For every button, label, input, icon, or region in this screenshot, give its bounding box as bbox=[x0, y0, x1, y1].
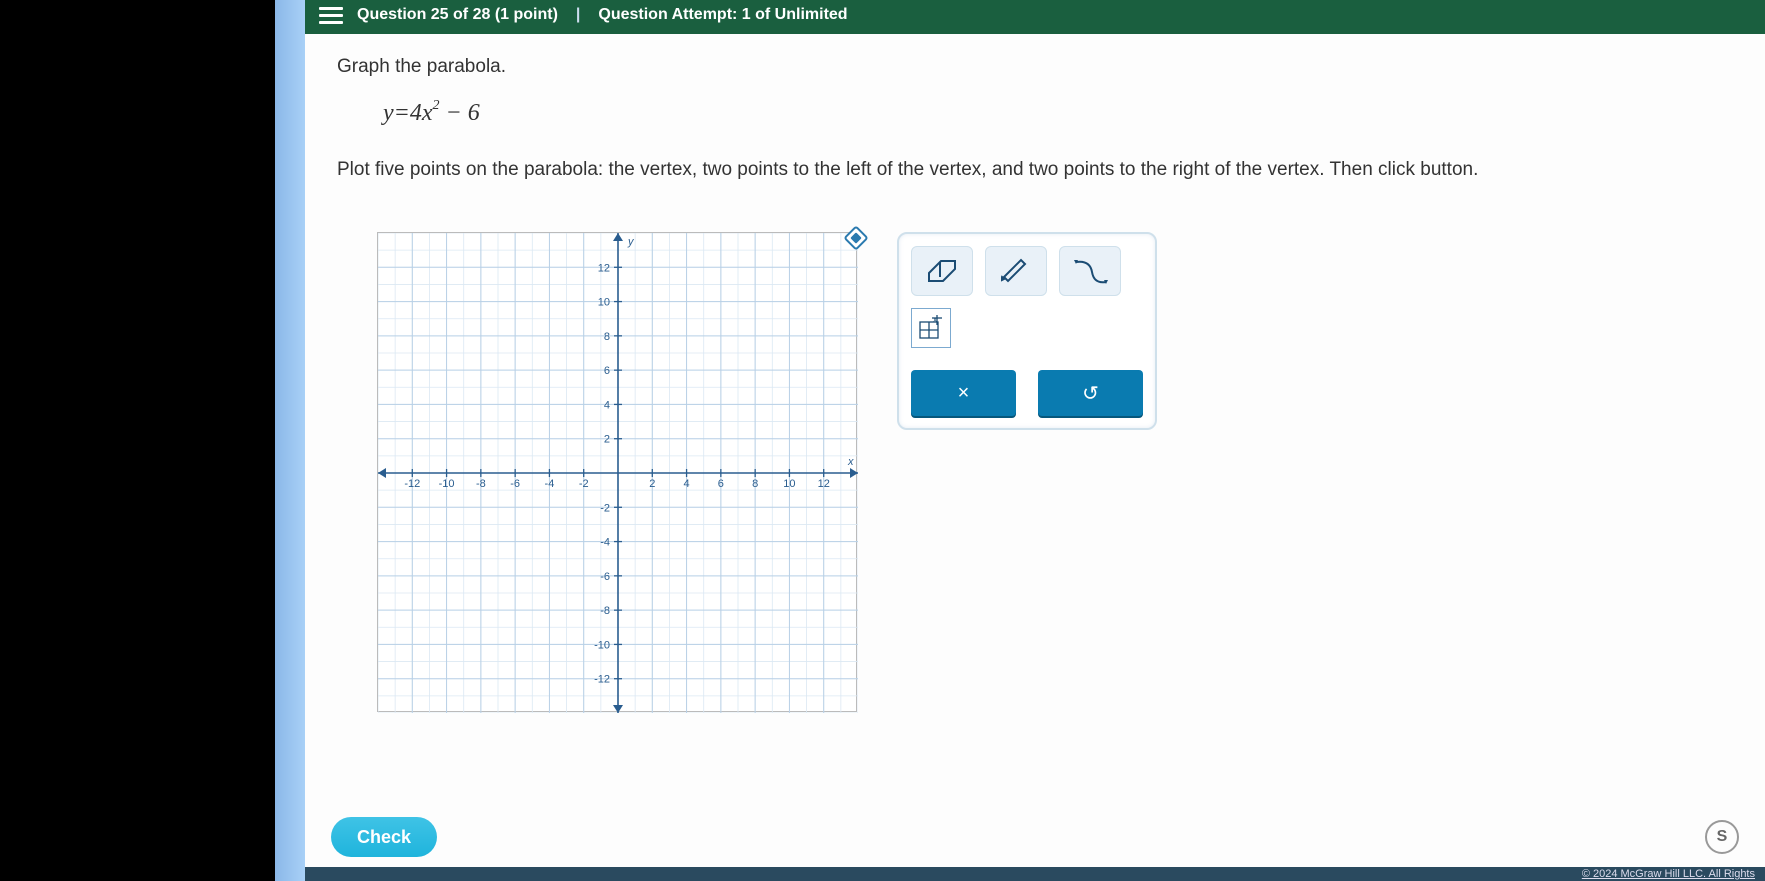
app-main: Question 25 of 28 (1 point) | Question A… bbox=[305, 0, 1765, 881]
tool-action-row: × ↺ bbox=[911, 370, 1143, 416]
svg-text:-12: -12 bbox=[404, 478, 420, 490]
eraser-icon bbox=[925, 259, 959, 283]
tools-panel: x × ↺ bbox=[897, 232, 1157, 430]
svg-text:-8: -8 bbox=[600, 606, 610, 618]
tool-row-secondary: x bbox=[911, 308, 1143, 348]
svg-text:x: x bbox=[847, 456, 854, 468]
svg-text:12: 12 bbox=[598, 263, 610, 275]
zoom-grid-icon: x bbox=[918, 315, 944, 341]
pencil-icon bbox=[1001, 256, 1031, 286]
eraser-tool[interactable] bbox=[911, 246, 973, 296]
reset-button[interactable]: ↺ bbox=[1038, 370, 1143, 416]
svg-text:10: 10 bbox=[598, 297, 610, 309]
equation: y=4x2 − 6 bbox=[383, 100, 1733, 127]
graph-canvas[interactable]: -12 -10 -8 -6 -4 -2 2 4 6 8 10 12 -12 -10 -8 -6 -4 -2 2 4 6 8… bbox=[377, 232, 857, 712]
svg-text:-4: -4 bbox=[600, 537, 610, 549]
footer-right-badge[interactable]: S bbox=[1705, 820, 1739, 854]
svg-text:-6: -6 bbox=[510, 478, 520, 490]
footer: Check S bbox=[305, 817, 1765, 867]
svg-text:-2: -2 bbox=[600, 503, 610, 515]
zoom-grid-tool[interactable]: x bbox=[911, 308, 951, 348]
svg-text:10: 10 bbox=[783, 478, 795, 490]
question-attempt: Question Attempt: 1 of Unlimited bbox=[598, 6, 847, 24]
svg-text:2: 2 bbox=[649, 478, 655, 490]
pencil-tool[interactable] bbox=[985, 246, 1047, 296]
coordinate-grid[interactable]: -12 -10 -8 -6 -4 -2 2 4 6 8 10 12 -12 -10 -8 -6 -4 -2 2 4 6 8… bbox=[378, 233, 858, 713]
curve-tool[interactable] bbox=[1059, 246, 1121, 296]
menu-icon[interactable] bbox=[319, 7, 343, 24]
question-content: Graph the parabola. y=4x2 − 6 Plot five … bbox=[305, 34, 1765, 817]
svg-text:4: 4 bbox=[684, 478, 690, 490]
curve-icon bbox=[1072, 256, 1108, 286]
svg-text:-10: -10 bbox=[439, 478, 455, 490]
instructions: Plot five points on the parabola: the ve… bbox=[337, 155, 1733, 184]
svg-text:-12: -12 bbox=[594, 674, 610, 686]
svg-text:y: y bbox=[627, 236, 635, 248]
svg-text:6: 6 bbox=[604, 366, 610, 378]
svg-text:-8: -8 bbox=[476, 478, 486, 490]
svg-text:-10: -10 bbox=[594, 640, 610, 652]
svg-text:-2: -2 bbox=[579, 478, 589, 490]
svg-text:x: x bbox=[933, 315, 937, 324]
svg-text:12: 12 bbox=[818, 478, 830, 490]
svg-text:8: 8 bbox=[604, 331, 610, 343]
copyright-bar: © 2024 McGraw Hill LLC. All Rights bbox=[305, 867, 1765, 881]
svg-text:8: 8 bbox=[752, 478, 758, 490]
svg-text:-6: -6 bbox=[600, 571, 610, 583]
check-button[interactable]: Check bbox=[331, 817, 437, 857]
clear-button[interactable]: × bbox=[911, 370, 1016, 416]
svg-text:-4: -4 bbox=[545, 478, 555, 490]
tool-row-main bbox=[911, 246, 1143, 296]
window-blue-strip bbox=[275, 0, 305, 881]
reset-icon: ↺ bbox=[1082, 381, 1099, 406]
question-progress: Question 25 of 28 (1 point) bbox=[357, 6, 558, 24]
svg-text:4: 4 bbox=[604, 400, 610, 412]
header-divider: | bbox=[576, 6, 580, 24]
prompt-title: Graph the parabola. bbox=[337, 56, 1733, 78]
workspace: -12 -10 -8 -6 -4 -2 2 4 6 8 10 12 -12 -10 -8 -6 -4 -2 2 4 6 8… bbox=[377, 232, 1733, 712]
x-icon: × bbox=[958, 382, 970, 405]
svg-text:2: 2 bbox=[604, 434, 610, 446]
svg-text:6: 6 bbox=[718, 478, 724, 490]
window-left-blackbar bbox=[0, 0, 275, 881]
question-header: Question 25 of 28 (1 point) | Question A… bbox=[305, 0, 1765, 34]
